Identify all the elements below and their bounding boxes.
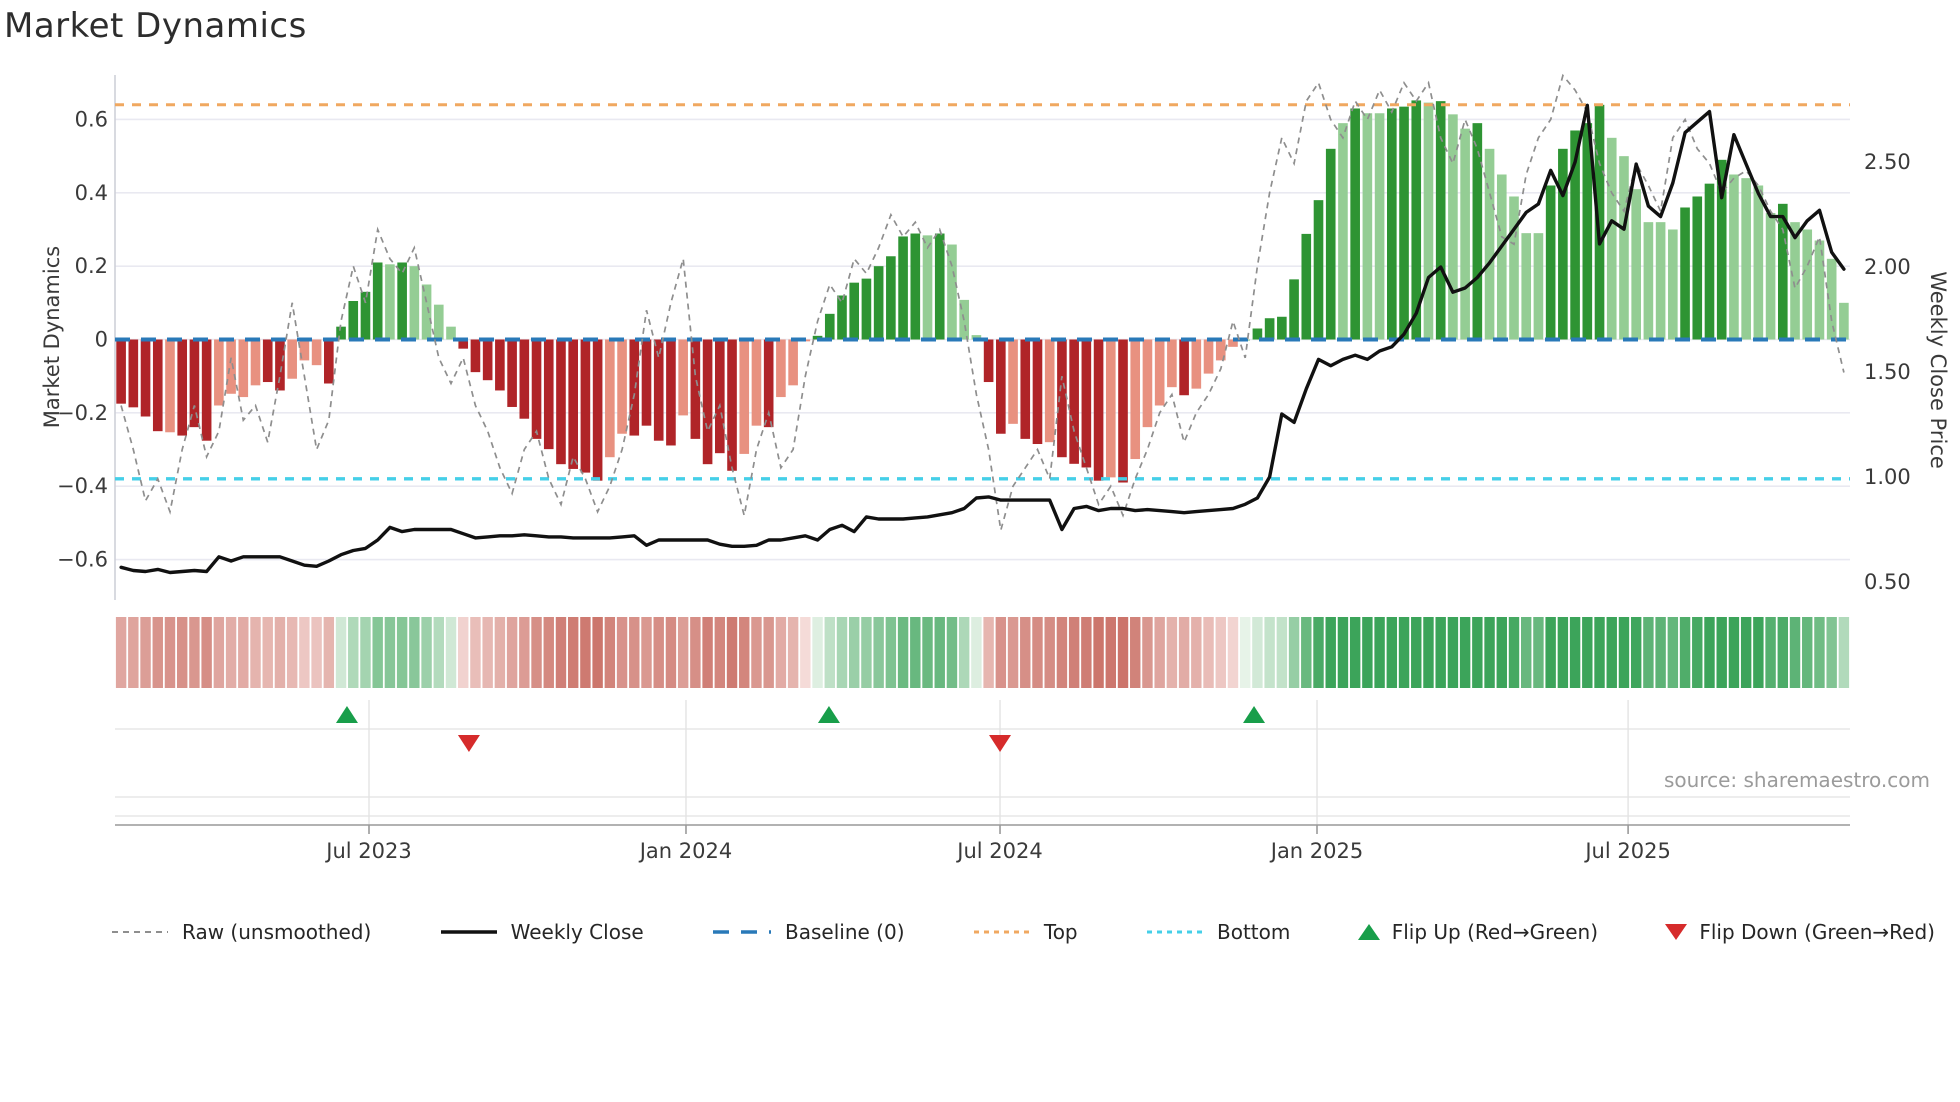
legend-label-top: Top bbox=[1043, 920, 1078, 944]
svg-text:−0.6: −0.6 bbox=[57, 548, 108, 572]
legend-label-baseline: Baseline (0) bbox=[785, 920, 905, 944]
raw-line-swatch-icon bbox=[112, 931, 168, 933]
svg-text:Jul 2025: Jul 2025 bbox=[1583, 839, 1670, 863]
svg-text:0: 0 bbox=[95, 328, 108, 352]
svg-text:Jan 2025: Jan 2025 bbox=[1269, 839, 1364, 863]
svg-text:1.50: 1.50 bbox=[1864, 360, 1911, 384]
legend-label-bottom: Bottom bbox=[1216, 920, 1291, 944]
marker-panel bbox=[115, 700, 1850, 834]
svg-text:−0.2: −0.2 bbox=[57, 401, 108, 425]
legend-label-flip-down: Flip Down (Green→Red) bbox=[1699, 920, 1935, 944]
legend-item-flip-up: Flip Up (Red→Green) bbox=[1357, 920, 1598, 944]
baseline-swatch-icon bbox=[713, 930, 772, 934]
heatmap-strip bbox=[115, 617, 1850, 688]
legend-label-flip-up: Flip Up (Red→Green) bbox=[1391, 920, 1598, 944]
svg-text:0.2: 0.2 bbox=[75, 254, 108, 278]
top-line-swatch-icon bbox=[973, 930, 1030, 934]
svg-text:0.4: 0.4 bbox=[75, 181, 108, 205]
flip-down-triangle-icon bbox=[1665, 924, 1688, 940]
chart-legend: Raw (unsmoothed) Weekly Close Baseline (… bbox=[110, 920, 1935, 944]
legend-label-raw: Raw (unsmoothed) bbox=[182, 920, 372, 944]
svg-text:1.00: 1.00 bbox=[1864, 465, 1911, 489]
legend-label-weekly-close: Weekly Close bbox=[510, 920, 644, 944]
legend-item-baseline: Baseline (0) bbox=[711, 920, 905, 944]
legend-item-flip-down: Flip Down (Green→Red) bbox=[1665, 920, 1935, 944]
x-axis-ticks: Jul 2023 Jan 2024 Jul 2024 Jan 2025 Jul 2025 bbox=[324, 839, 1671, 863]
legend-item-weekly-close: Weekly Close bbox=[439, 920, 644, 944]
legend-item-raw: Raw (unsmoothed) bbox=[110, 920, 371, 944]
bottom-line-swatch-icon bbox=[1146, 930, 1203, 934]
svg-text:0.6: 0.6 bbox=[75, 107, 108, 131]
weekly-close-swatch-icon bbox=[440, 930, 497, 934]
market-dynamics-dashboard: Market Dynamics Market Dynamics Weekly C… bbox=[0, 0, 1960, 1102]
legend-item-bottom: Bottom bbox=[1145, 920, 1290, 944]
svg-text:Jul 2024: Jul 2024 bbox=[955, 839, 1042, 863]
svg-text:2.50: 2.50 bbox=[1864, 150, 1911, 174]
legend-item-top: Top bbox=[972, 920, 1078, 944]
left-axis-ticks: 0.6 0.4 0.2 0 −0.2 −0.4 −0.6 bbox=[57, 107, 108, 571]
svg-text:−0.4: −0.4 bbox=[57, 474, 108, 498]
right-axis-ticks: 2.50 2.00 1.50 1.00 0.50 bbox=[1864, 150, 1911, 594]
flip-up-triangle-icon bbox=[1357, 924, 1380, 940]
svg-text:0.50: 0.50 bbox=[1864, 570, 1911, 594]
svg-text:Jul 2023: Jul 2023 bbox=[324, 839, 411, 863]
svg-text:Jan 2024: Jan 2024 bbox=[638, 839, 733, 863]
flip-down-markers bbox=[457, 735, 1012, 752]
flip-up-markers bbox=[335, 706, 1266, 723]
svg-text:2.00: 2.00 bbox=[1864, 255, 1911, 279]
